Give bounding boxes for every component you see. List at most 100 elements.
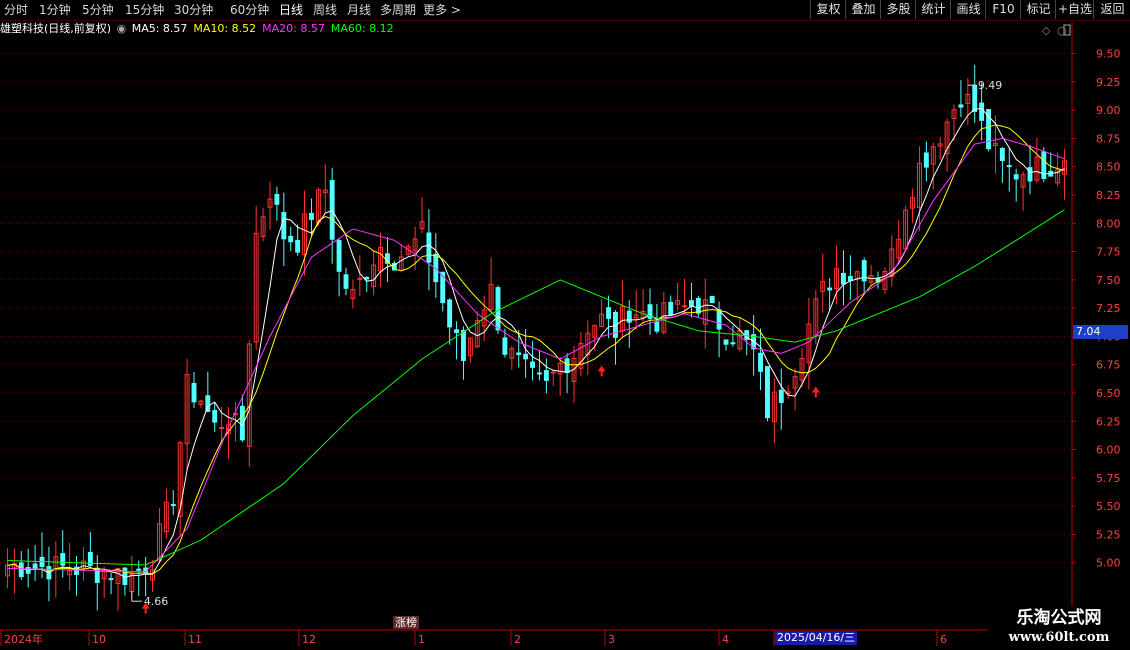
kline-chart: 5.005.255.505.756.006.256.506.757.007.25… [0, 22, 1121, 646]
candle-body [454, 329, 460, 334]
y-tick-label: 8.50 [1096, 161, 1121, 174]
candle-body [695, 297, 701, 314]
x-tick-label: 11 [188, 633, 202, 646]
x-tick-label: 10 [92, 633, 106, 646]
y-tick-label: 5.00 [1096, 557, 1121, 570]
y-tick-label: 6.50 [1096, 387, 1121, 400]
y-tick-label: 5.75 [1096, 472, 1121, 485]
candle-body [543, 370, 549, 381]
candle-body [495, 287, 501, 331]
candle-body [1006, 165, 1012, 168]
y-tick-label: 9.50 [1096, 48, 1121, 61]
candle-body [136, 568, 142, 571]
candle-body [999, 148, 1005, 162]
candle-body [847, 275, 853, 281]
candle-body [502, 337, 508, 355]
candle-body [972, 84, 978, 113]
candle-body [288, 235, 294, 243]
candle-body [827, 287, 833, 291]
candle-body [309, 212, 314, 220]
x-tick-label: 2024年 [4, 632, 43, 646]
candle-body [1041, 151, 1047, 180]
buy-signal-arrowhead [597, 365, 606, 372]
candle-body [765, 366, 770, 419]
y-tick-label: 5.25 [1096, 528, 1121, 541]
x-tick-label: 3 [608, 633, 615, 646]
candle-body [523, 353, 529, 360]
diamond-icon: ◇ [1042, 24, 1051, 37]
candle-body [295, 239, 301, 253]
candle-body [281, 212, 287, 240]
candle-body [108, 578, 114, 581]
candle-body [530, 361, 535, 368]
candle-body [958, 104, 964, 108]
candle-body [516, 352, 522, 356]
candle-body [60, 553, 66, 566]
x-tick-label: 4 [722, 633, 729, 646]
y-tick-label: 7.75 [1096, 246, 1121, 259]
watermark-title: 乐淘公式网 [1016, 608, 1102, 628]
candle-body [364, 276, 370, 280]
y-tick-label: 8.25 [1096, 189, 1121, 202]
current-price-tag: 7.04 [1073, 324, 1128, 339]
y-tick-label: 7.50 [1096, 274, 1121, 287]
zhangbang-label[interactable]: 涨榜 [393, 616, 419, 629]
candle-body [564, 358, 570, 374]
candle-body [1027, 167, 1033, 182]
y-tick-label: 6.25 [1096, 415, 1121, 428]
candle-body [709, 295, 715, 304]
candle-body [723, 339, 729, 345]
y-tick-label: 7.25 [1096, 302, 1121, 315]
candle-body [170, 504, 176, 507]
candle-body [778, 389, 784, 403]
y-tick-label: 6.75 [1096, 359, 1121, 372]
y-tick-label: 9.25 [1096, 76, 1121, 89]
grid-layer [0, 53, 1072, 564]
y-tick-label: 5.50 [1096, 500, 1121, 513]
low-label: 4.66 [144, 595, 169, 608]
candle-body [923, 152, 929, 168]
watermark-logo: 乐淘公式网 www.60lt.com [988, 606, 1130, 650]
buy-signal-arrowhead [811, 386, 820, 393]
candle-body [606, 307, 611, 319]
candle-body [841, 272, 846, 285]
candle-body [336, 240, 342, 272]
candle-body [357, 277, 363, 280]
high-label: 9.49 [978, 79, 1003, 92]
x-tick-label: 1 [418, 633, 425, 646]
x-tick-label: 12 [302, 633, 316, 646]
y-tick-label: 6.00 [1096, 444, 1121, 457]
candle-body [426, 232, 432, 263]
candle-body [212, 410, 218, 423]
candle-body [18, 562, 24, 578]
candle-body [758, 352, 763, 372]
candle-body [274, 193, 280, 205]
candle-body [447, 299, 453, 328]
candle-body [550, 371, 556, 374]
candle-body [979, 102, 985, 121]
y-tick-label: 8.00 [1096, 217, 1121, 230]
candle-body [716, 309, 722, 330]
markers-layer: 9.49 4.66 [131, 79, 1003, 614]
candle-body [461, 329, 466, 361]
candle-body [668, 301, 674, 316]
candle-body [682, 305, 687, 308]
x-tick-label: 2 [514, 633, 521, 646]
candle-body [689, 300, 694, 307]
candle-body [329, 180, 335, 240]
candle-body [654, 321, 660, 332]
candle-body [626, 310, 632, 323]
candle-body [219, 427, 225, 430]
candle-body [1013, 174, 1019, 180]
y-tick-label: 9.00 [1096, 104, 1121, 117]
crosshair-date-label: 2025/04/16/三 [775, 631, 858, 645]
y-tick-label: 8.75 [1096, 132, 1121, 145]
candle-body [343, 274, 349, 289]
watermark-url: www.60lt.com [1008, 630, 1110, 645]
candle-body [730, 342, 736, 345]
candle-body [191, 382, 197, 403]
candle-body [32, 563, 38, 569]
candle-body [537, 372, 542, 375]
x-tick-label: 6 [940, 633, 947, 646]
candles-layer [5, 64, 1068, 611]
